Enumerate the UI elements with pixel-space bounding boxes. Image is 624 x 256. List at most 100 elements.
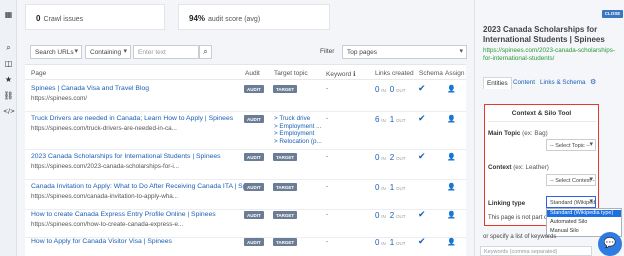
links-out-label: OUT: [396, 186, 406, 191]
grid-icon[interactable]: ▦: [3, 9, 14, 20]
links-out-count[interactable]: 2: [390, 211, 394, 220]
col-assign[interactable]: Assign: [445, 70, 465, 77]
close-button[interactable]: CLOSE: [602, 10, 623, 18]
page-title-link[interactable]: Canada Invitation to Apply: What to Do A…: [31, 183, 263, 190]
clipboard-icon[interactable]: ◫: [3, 58, 14, 69]
assign-user-icon[interactable]: 👤: [447, 153, 456, 161]
links-in-count[interactable]: 0: [375, 238, 379, 247]
star-icon[interactable]: ★: [3, 74, 14, 85]
links-out-count[interactable]: 1: [390, 183, 394, 192]
links-out-count[interactable]: 1: [390, 115, 394, 124]
topic-link[interactable]: > Relocation (p...: [274, 138, 322, 146]
assign-user-icon[interactable]: 👤: [447, 85, 456, 93]
target-button[interactable]: TARGET: [273, 85, 298, 93]
crawl-issues-card: 0 Crawl issues: [25, 4, 165, 30]
table-header: Page Audit Target topic Keyword ℹ Links …: [25, 68, 466, 80]
assign-user-icon[interactable]: 👤: [447, 211, 456, 219]
links-created: 0 IN 2 OUT: [375, 153, 410, 162]
page-title-link[interactable]: Spinees | Canada Visa and Travel Blog: [31, 85, 149, 92]
links-out-label: OUT: [396, 88, 406, 93]
links-out-label: OUT: [396, 118, 406, 123]
search-button[interactable]: ⌕: [199, 45, 212, 59]
audit-button[interactable]: AUDIT: [244, 153, 264, 161]
target-button[interactable]: TARGET: [273, 211, 298, 219]
links-in-count[interactable]: 0: [375, 153, 379, 162]
filter-select[interactable]: Top pages: [342, 45, 467, 59]
table-row: 2023 Canada Scholarships for Internation…: [25, 150, 466, 180]
target-button[interactable]: TARGET: [273, 238, 298, 246]
table-row: Spinees | Canada Visa and Travel Blog ht…: [25, 82, 466, 112]
audit-button[interactable]: AUDIT: [244, 85, 264, 93]
search-icon[interactable]: ⌕: [3, 42, 14, 53]
table-row: Truck Drivers are needed in Canada; Lear…: [25, 112, 466, 150]
audit-button[interactable]: AUDIT: [244, 115, 264, 123]
assign-user-icon[interactable]: 👤: [447, 238, 456, 246]
audit-score-card: 94% audit score (avg): [178, 4, 330, 30]
page-title-link[interactable]: Truck Drivers are needed in Canada; Lear…: [31, 115, 233, 122]
col-schema[interactable]: Schema: [419, 70, 443, 77]
schema-check-icon: ✔: [418, 84, 426, 94]
table-row: How to create Canada Express Entry Profi…: [25, 208, 466, 238]
col-target-topic[interactable]: Target topic: [274, 70, 308, 77]
main-topic-select[interactable]: -- Select Topic --: [546, 139, 596, 151]
links-created: 0 IN 1 OUT: [375, 238, 410, 247]
target-button[interactable]: TARGET: [273, 183, 298, 191]
page-title-link[interactable]: 2023 Canada Scholarships for Internation…: [31, 153, 221, 160]
page-title-link[interactable]: How to Apply for Canada Visitor Visa | S…: [31, 238, 172, 245]
crawl-issues-label: Crawl issues: [43, 16, 84, 23]
links-out-label: OUT: [396, 156, 406, 161]
match-mode-select[interactable]: Containing: [85, 45, 131, 59]
gear-icon[interactable]: ⚙: [590, 78, 596, 86]
main-topic-label: Main Topic (ex: Bag): [488, 130, 548, 137]
links-out-count[interactable]: 1: [390, 238, 394, 247]
silo-status-note: This page is not part of: [488, 215, 550, 221]
audit-button[interactable]: AUDIT: [244, 183, 264, 191]
chat-bubble-icon[interactable]: 💬: [598, 232, 622, 256]
keyword-value: -: [326, 85, 329, 92]
tool-heading: Context & Silo Tool: [511, 110, 572, 117]
option-standard[interactable]: Standard (Wikipedia type): [547, 210, 621, 217]
audit-button[interactable]: AUDIT: [244, 238, 264, 246]
tab-links-schema[interactable]: Links & Schema: [537, 77, 589, 89]
schema-check-icon: ✔: [418, 237, 426, 247]
code-icon[interactable]: </>: [3, 106, 15, 117]
page-title-link[interactable]: How to create Canada Express Entry Profi…: [31, 211, 216, 218]
keywords-input[interactable]: Keywords (comma separated): [480, 246, 592, 256]
schema-check-icon: ✔: [418, 114, 426, 124]
links-in-count[interactable]: 0: [375, 85, 379, 94]
tab-content[interactable]: Content: [510, 77, 538, 89]
assign-user-icon[interactable]: 👤: [447, 183, 456, 191]
links-out-count[interactable]: 0: [390, 85, 394, 94]
keyword-value: -: [326, 238, 329, 245]
link-icon[interactable]: ⛓: [3, 90, 14, 101]
topic-link[interactable]: > Employment: [274, 130, 322, 138]
linking-type-select[interactable]: Standard (Wikipedi: [546, 196, 596, 208]
links-out-count[interactable]: 2: [390, 153, 394, 162]
links-created: 0 IN 0 OUT: [375, 85, 410, 94]
links-in-label: IN: [381, 241, 386, 246]
option-automated-silo[interactable]: Automated Silo: [547, 219, 621, 226]
audit-button[interactable]: AUDIT: [244, 211, 264, 219]
col-audit[interactable]: Audit: [245, 70, 260, 77]
links-created: 0 IN 1 OUT: [375, 183, 410, 192]
col-links-created[interactable]: Links created: [375, 70, 414, 77]
col-page[interactable]: Page: [31, 70, 46, 77]
app-root: ▦ ⌕ ◫ ★ ⛓ </> 0 Crawl issues 94% audit sco…: [0, 0, 624, 256]
search-text-input[interactable]: Enter text: [133, 45, 199, 59]
audit-score-value: 94%: [189, 14, 206, 23]
search-scope-select[interactable]: Search URLs: [30, 45, 82, 59]
tab-entities[interactable]: Entities: [483, 77, 512, 89]
divider: [488, 121, 596, 122]
links-in-count[interactable]: 0: [375, 211, 379, 220]
panel-page-url[interactable]: https://spinees.com/2023-canada-scholars…: [483, 47, 623, 63]
assign-user-icon[interactable]: 👤: [447, 115, 456, 123]
links-in-count[interactable]: 6: [375, 115, 379, 124]
target-button[interactable]: TARGET: [273, 153, 298, 161]
context-select[interactable]: -- Select Context --: [546, 174, 596, 186]
topic-link[interactable]: > Employment ...: [274, 123, 322, 131]
col-keyword[interactable]: Keyword ℹ: [326, 70, 356, 78]
page-url: https://spinees.com/how-to-create-canada…: [31, 221, 184, 228]
links-in-count[interactable]: 0: [375, 183, 379, 192]
topic-link[interactable]: > Truck drive: [274, 115, 322, 123]
keyword-value: -: [326, 115, 329, 122]
